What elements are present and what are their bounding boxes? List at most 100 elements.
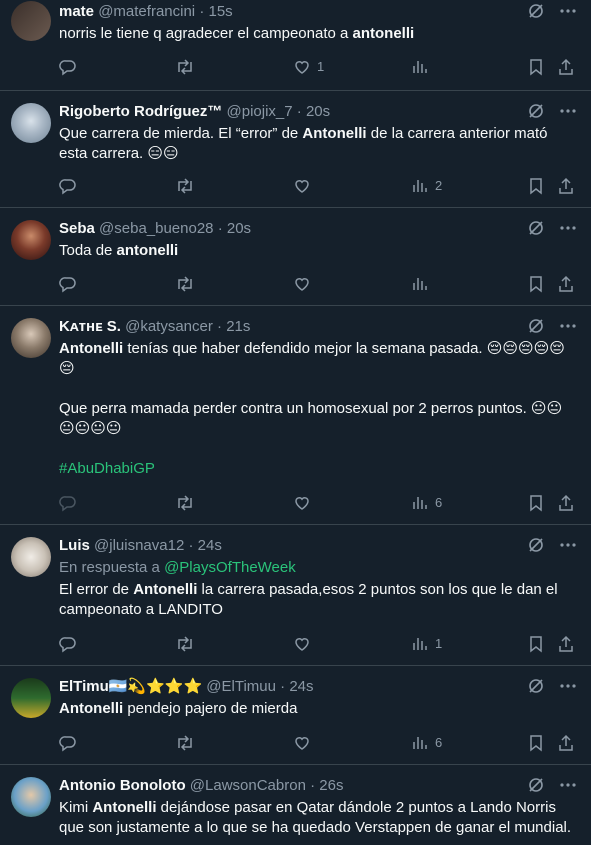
more-icon[interactable] (559, 219, 577, 237)
like-button[interactable] (293, 494, 311, 512)
reply-button[interactable] (59, 494, 77, 512)
user-handle[interactable]: @ElTimuu (206, 678, 276, 695)
share-button[interactable] (557, 494, 575, 512)
avatar[interactable] (11, 777, 51, 817)
user-handle[interactable]: @seba_bueno28 (99, 220, 214, 237)
avatar[interactable] (11, 318, 51, 358)
tweet[interactable]: Kᴀᴛʜᴇ S. @katysancer · 21s Antonelli ten… (0, 306, 591, 525)
avatar[interactable] (11, 1, 51, 41)
retweet-button[interactable] (175, 58, 195, 76)
timestamp[interactable]: 24s (289, 678, 313, 695)
tweet-text-paragraph: Que perra mamada perder contra un homose… (59, 400, 563, 437)
like-button[interactable] (293, 177, 311, 195)
views-button[interactable]: 6 (411, 733, 442, 753)
avatar[interactable] (11, 220, 51, 260)
grok-icon[interactable] (527, 536, 545, 554)
like-button[interactable] (293, 734, 311, 752)
tweet[interactable]: Luis @jluisnava12 · 24s En respuesta a @… (0, 525, 591, 666)
user-handle[interactable]: @LawsonCabron (190, 777, 306, 794)
timestamp[interactable]: 20s (227, 220, 251, 237)
display-name[interactable]: mate (59, 3, 94, 20)
avatar[interactable] (11, 103, 51, 143)
bookmark-button[interactable] (527, 275, 545, 293)
tweet-text: norris le tiene q agradecer el campeonat… (59, 25, 415, 42)
reply-button[interactable] (59, 58, 77, 76)
bookmark-button[interactable] (527, 734, 545, 752)
more-icon[interactable] (559, 776, 577, 794)
tweet[interactable]: Rigoberto Rodríguez™ @piojix_7 · 20s Que… (0, 91, 591, 208)
timestamp[interactable]: 21s (226, 318, 250, 335)
separator: · (280, 678, 286, 695)
share-button[interactable] (557, 734, 575, 752)
display-name[interactable]: Kᴀᴛʜᴇ S. (59, 318, 121, 335)
reply-button[interactable] (59, 734, 77, 752)
bookmark-button[interactable] (527, 177, 545, 195)
grok-icon[interactable] (527, 102, 545, 120)
reply-button[interactable] (59, 275, 77, 293)
share-button[interactable] (557, 177, 575, 195)
views-button[interactable] (411, 58, 435, 76)
user-handle[interactable]: @matefrancini (98, 3, 195, 20)
mention-link[interactable]: @PlaysOfTheWeek (164, 559, 296, 576)
like-button[interactable]: 1 (293, 57, 324, 77)
views-button[interactable]: 2 (411, 176, 442, 196)
hashtag-link[interactable]: #AbuDhabiGP (59, 459, 155, 479)
bookmark-button[interactable] (527, 635, 545, 653)
display-name[interactable]: ElTimu🇦🇷💫⭐⭐⭐ (59, 678, 202, 695)
grok-icon[interactable] (527, 776, 545, 794)
views-button[interactable]: 6 (411, 493, 442, 513)
heart-icon (295, 278, 309, 291)
display-name[interactable]: Seba (59, 220, 95, 237)
more-icon[interactable] (559, 317, 577, 335)
views-button[interactable] (411, 275, 429, 293)
grok-icon[interactable] (527, 2, 545, 20)
tweet-header: Kᴀᴛʜᴇ S. @katysancer · 21s (59, 317, 575, 337)
retweet-icon (178, 59, 192, 75)
share-button[interactable] (557, 635, 575, 653)
user-handle[interactable]: @jluisnava12 (94, 537, 184, 554)
avatar[interactable] (11, 537, 51, 577)
more-icon[interactable] (559, 102, 577, 120)
user-handle[interactable]: @katysancer (125, 318, 213, 335)
tweet[interactable]: Antonio Bonoloto @LawsonCabron · 26s Kim… (0, 765, 591, 845)
grok-icon[interactable] (527, 317, 545, 335)
grok-icon[interactable] (527, 677, 545, 695)
tweet-header: mate @matefrancini · 15s (59, 2, 575, 22)
reply-button[interactable] (59, 177, 77, 195)
views-button[interactable]: 1 (411, 634, 442, 654)
timestamp[interactable]: 26s (319, 777, 343, 794)
retweet-button[interactable] (175, 734, 195, 752)
share-button[interactable] (557, 58, 575, 76)
timestamp[interactable]: 15s (208, 3, 232, 20)
bookmark-icon (530, 735, 542, 752)
share-button[interactable] (557, 275, 575, 293)
retweet-button[interactable] (175, 494, 195, 512)
tweet-header: Seba @seba_bueno28 · 20s (59, 219, 575, 239)
tweet[interactable]: ElTimu🇦🇷💫⭐⭐⭐ @ElTimuu · 24s Antonelli pe… (0, 666, 591, 765)
tweet-top-icons (527, 536, 577, 554)
like-button[interactable] (293, 275, 311, 293)
reply-button[interactable] (59, 635, 77, 653)
retweet-button[interactable] (175, 177, 195, 195)
display-name[interactable]: Antonio Bonoloto (59, 777, 186, 794)
display-name[interactable]: Luis (59, 537, 90, 554)
more-icon[interactable] (559, 536, 577, 554)
timestamp[interactable]: 24s (198, 537, 222, 554)
bookmark-button[interactable] (527, 58, 545, 76)
display-name[interactable]: Rigoberto Rodríguez™ (59, 103, 222, 120)
avatar[interactable] (11, 678, 51, 718)
reply-icon (59, 60, 76, 76)
timestamp[interactable]: 20s (306, 103, 330, 120)
retweet-button[interactable] (175, 275, 195, 293)
grok-icon[interactable] (527, 219, 545, 237)
more-icon[interactable] (559, 2, 577, 20)
tweet[interactable]: Seba @seba_bueno28 · 20s Toda de antonel… (0, 208, 591, 306)
tweet[interactable]: mate @matefrancini · 15s norris le tiene… (0, 0, 591, 91)
retweet-button[interactable] (175, 635, 195, 653)
bookmark-button[interactable] (527, 494, 545, 512)
like-button[interactable] (293, 635, 311, 653)
tweet-text: Que carrera de mierda. El “error” de Ant… (59, 125, 548, 162)
tweet-top-icons (527, 776, 577, 794)
more-icon[interactable] (559, 677, 577, 695)
user-handle[interactable]: @piojix_7 (227, 103, 293, 120)
